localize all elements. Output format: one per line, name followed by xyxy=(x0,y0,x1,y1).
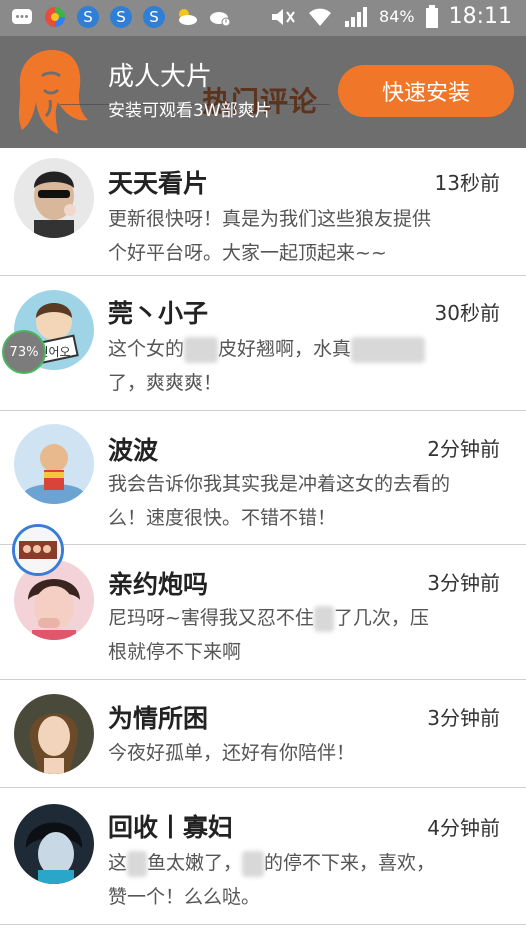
blurred-text xyxy=(127,850,148,877)
signal-icon xyxy=(345,6,368,27)
avatar[interactable] xyxy=(14,694,94,774)
comment-text: 我会告诉你我其实我是冲着这女的去看的 么！速度很快。不错不错！ xyxy=(108,467,496,535)
comment-text-part: 这个女的 xyxy=(108,338,185,360)
ad-logo-icon xyxy=(18,50,88,134)
comment-time: 3分钟前 xyxy=(427,571,500,595)
battery-percentage: 84% xyxy=(379,7,415,26)
color-circle-icon xyxy=(45,7,65,27)
message-icon xyxy=(12,9,32,24)
comment-item[interactable]: 为情所困 3分钟前 今夜好孤单，还好有你陪伴！ xyxy=(0,680,526,788)
comment-item[interactable]: 回收丨寡妇 4分钟前 这鱼太嫩了， 的停不下来，喜欢， 赞一个！么么哒。 xyxy=(0,788,526,925)
comment-username: 莞丶小子 xyxy=(108,299,209,328)
ad-title: 成人大片 xyxy=(108,62,213,92)
ad-banner[interactable]: 热门评论 成人大片 安装可观看3W部爽片 快速安装 xyxy=(0,36,526,148)
mute-icon xyxy=(272,8,295,25)
comment-line: 了，爽爽爽！ xyxy=(108,372,223,394)
cloud-alert-icon xyxy=(210,12,231,27)
comment-text: 这鱼太嫩了， 的停不下来，喜欢， 赞一个！么么哒。 xyxy=(108,846,496,914)
s-icon: S xyxy=(110,6,132,28)
comment-text: 这个女的 皮好翘啊，水真 了，爽爽爽！ xyxy=(108,332,496,400)
comment-item[interactable]: 亲约炮吗 3分钟前 尼玛呀~害得我又忍不住 了几次，压 根就停不下来啊 xyxy=(0,545,526,680)
s-icon: S xyxy=(143,6,165,28)
clock: 18:11 xyxy=(448,4,512,29)
comment-text-part: 这 xyxy=(108,852,128,874)
battery-icon xyxy=(425,4,438,28)
svg-text:S: S xyxy=(116,8,126,26)
svg-text:S: S xyxy=(149,8,159,26)
notification-icons: S S S xyxy=(10,5,232,29)
blurred-text xyxy=(184,336,219,363)
comment-line: 今夜好孤单，还好有你陪伴！ xyxy=(108,742,356,764)
avatar[interactable] xyxy=(14,804,94,884)
comment-text: 今夜好孤单，还好有你陪伴！ xyxy=(108,736,496,770)
comment-time: 30秒前 xyxy=(434,301,500,325)
comment-username: 回收丨寡妇 xyxy=(108,813,234,842)
comment-line: 根就停不下来啊 xyxy=(108,641,242,663)
comment-line: 这鱼太嫩了， 的停不下来，喜欢， xyxy=(108,846,496,880)
comment-time: 13秒前 xyxy=(434,171,500,195)
memory-badge[interactable]: 73% xyxy=(2,330,46,374)
comment-username: 亲约炮吗 xyxy=(108,570,209,599)
install-button[interactable]: 快速安装 xyxy=(338,65,514,117)
floating-ball-image xyxy=(15,527,61,573)
comment-line: 么！速度很快。不错不错！ xyxy=(108,507,337,529)
comment-text-part: 鱼太嫩了， xyxy=(147,852,243,874)
comment-text: 尼玛呀~害得我又忍不住 了几次，压 根就停不下来啊 xyxy=(108,601,496,669)
comment-list: 天天看片 13秒前 更新很快呀！真是为我们这些狼友提供 个好平台呀。大家一起顶起… xyxy=(0,148,526,925)
comment-item[interactable]: 민어오 莞丶小子 30秒前 这个女的 皮好翘啊，水真 了，爽爽爽！ xyxy=(0,276,526,411)
comment-text-part: 皮好翘啊，水真 xyxy=(218,338,352,360)
comment-line: 尼玛呀~害得我又忍不住 了几次，压 xyxy=(108,601,496,635)
system-icons: 84% 18:11 xyxy=(269,4,512,29)
comment-text: 更新很快呀！真是为我们这些狼友提供 个好平台呀。大家一起顶起来~~ xyxy=(108,202,496,270)
blurred-text xyxy=(313,605,334,632)
avatar[interactable] xyxy=(14,158,94,238)
comment-username: 为情所困 xyxy=(108,704,209,733)
floating-ball-icon[interactable] xyxy=(12,524,64,576)
blurred-text xyxy=(242,850,265,877)
comment-item[interactable]: 波波 2分钟前 我会告诉你我其实我是冲着这女的去看的 么！速度很快。不错不错！ xyxy=(0,411,526,545)
comment-item[interactable]: 天天看片 13秒前 更新很快呀！真是为我们这些狼友提供 个好平台呀。大家一起顶起… xyxy=(0,148,526,276)
s-icon: S xyxy=(77,6,99,28)
comment-line: 这个女的 皮好翘啊，水真 xyxy=(108,332,496,366)
comment-username: 天天看片 xyxy=(108,169,209,198)
comment-time: 3分钟前 xyxy=(427,706,500,730)
comment-username: 波波 xyxy=(108,436,159,465)
comment-text-part: 尼玛呀~害得我又忍不住 xyxy=(108,607,314,629)
ad-subtitle: 安装可观看3W部爽片 xyxy=(108,101,272,121)
svg-text:S: S xyxy=(83,8,93,26)
comment-time: 2分钟前 xyxy=(427,437,500,461)
comment-text-part: 的停不下来，喜欢， xyxy=(264,852,436,874)
comment-time: 4分钟前 xyxy=(427,816,500,840)
cloud-icon xyxy=(179,9,197,25)
comment-line: 赞一个！么么哒。 xyxy=(108,886,261,908)
comment-line: 个好平台呀。大家一起顶起来~~ xyxy=(108,242,387,264)
avatar[interactable] xyxy=(14,424,94,504)
blurred-text xyxy=(351,336,426,363)
wifi-icon xyxy=(309,8,332,26)
comment-line: 我会告诉你我其实我是冲着这女的去看的 xyxy=(108,473,451,495)
comment-text-part: 了几次，压 xyxy=(333,607,429,629)
status-bar: S S S 84% 18:11 xyxy=(0,0,526,36)
comment-line: 更新很快呀！真是为我们这些狼友提供 xyxy=(108,208,432,230)
